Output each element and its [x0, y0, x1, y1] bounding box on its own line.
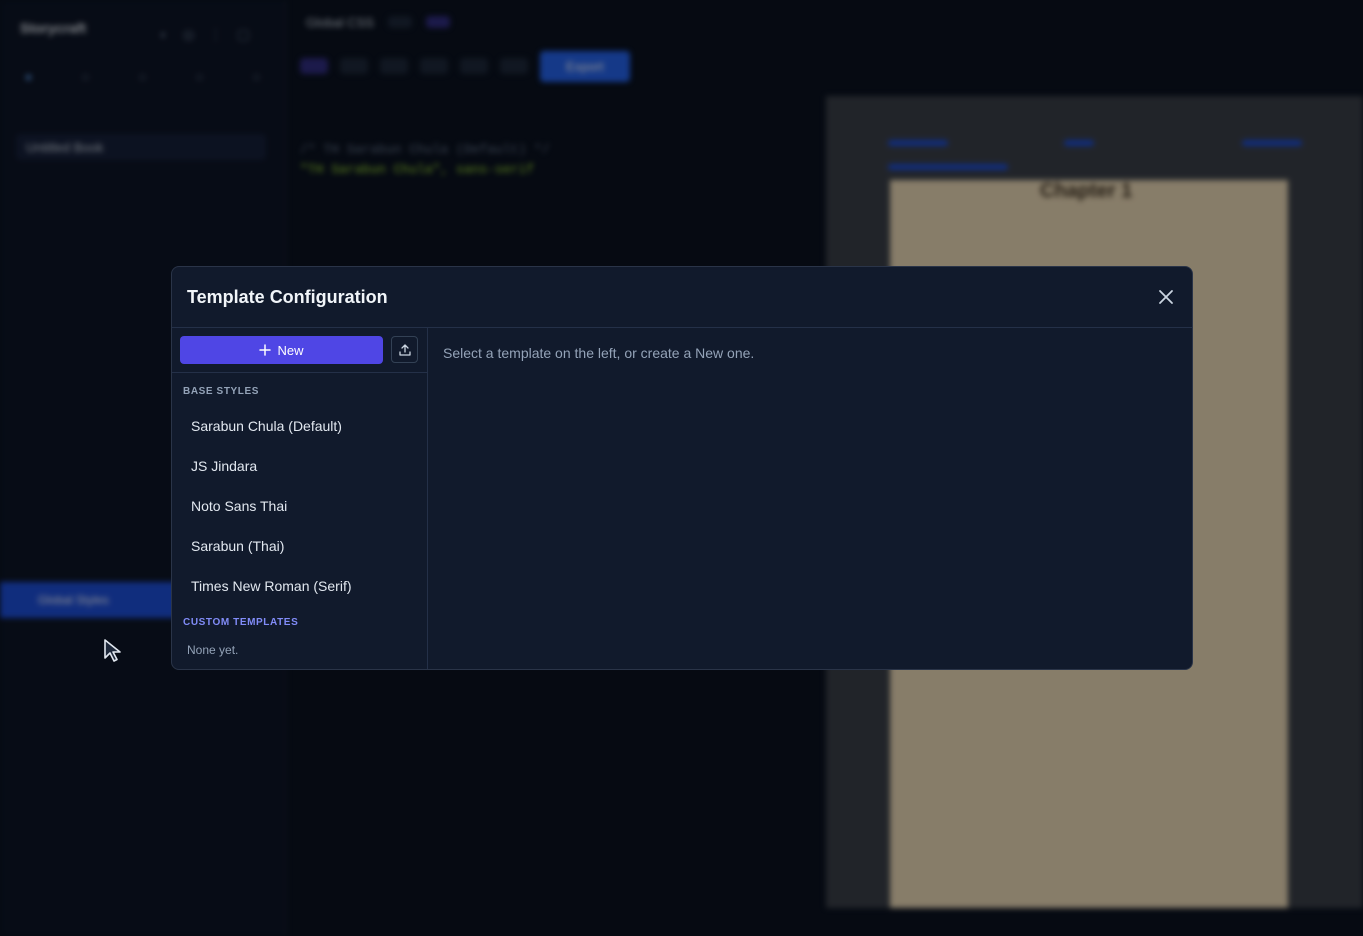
close-icon: [1159, 290, 1173, 304]
mouse-pointer-icon: [104, 639, 121, 662]
template-item-noto-sans-thai[interactable]: Noto Sans Thai: [180, 486, 420, 526]
divider: [172, 372, 427, 373]
dialog-title: Template Configuration: [187, 287, 388, 307]
import-template-button[interactable]: [391, 336, 418, 363]
new-template-button[interactable]: New: [180, 336, 383, 364]
template-config-dialog: Template Configuration New BASE STYLES S…: [171, 266, 1193, 670]
plus-icon: [259, 344, 272, 356]
empty-state-hint: Select a template on the left, or create…: [443, 345, 755, 361]
template-detail-pane: Select a template on the left, or create…: [428, 328, 1192, 669]
base-styles-list: Sarabun Chula (Default) JS Jindara Noto …: [180, 406, 420, 606]
template-item-sarabun-chula[interactable]: Sarabun Chula (Default): [180, 406, 420, 446]
template-item-js-jindara[interactable]: JS Jindara: [180, 446, 420, 486]
dialog-header: Template Configuration: [172, 267, 1192, 328]
template-item-sarabun-thai[interactable]: Sarabun (Thai): [180, 526, 420, 566]
new-template-label: New: [277, 342, 304, 358]
template-list-pane: New BASE STYLES Sarabun Chula (Default) …: [172, 328, 428, 669]
base-styles-heading: BASE STYLES: [183, 386, 260, 397]
custom-templates-heading: CUSTOM TEMPLATES: [183, 617, 299, 628]
custom-templates-empty: None yet.: [187, 643, 239, 657]
close-button[interactable]: [1156, 287, 1176, 307]
upload-icon: [398, 343, 411, 356]
template-item-times-new-roman[interactable]: Times New Roman (Serif): [180, 566, 420, 606]
